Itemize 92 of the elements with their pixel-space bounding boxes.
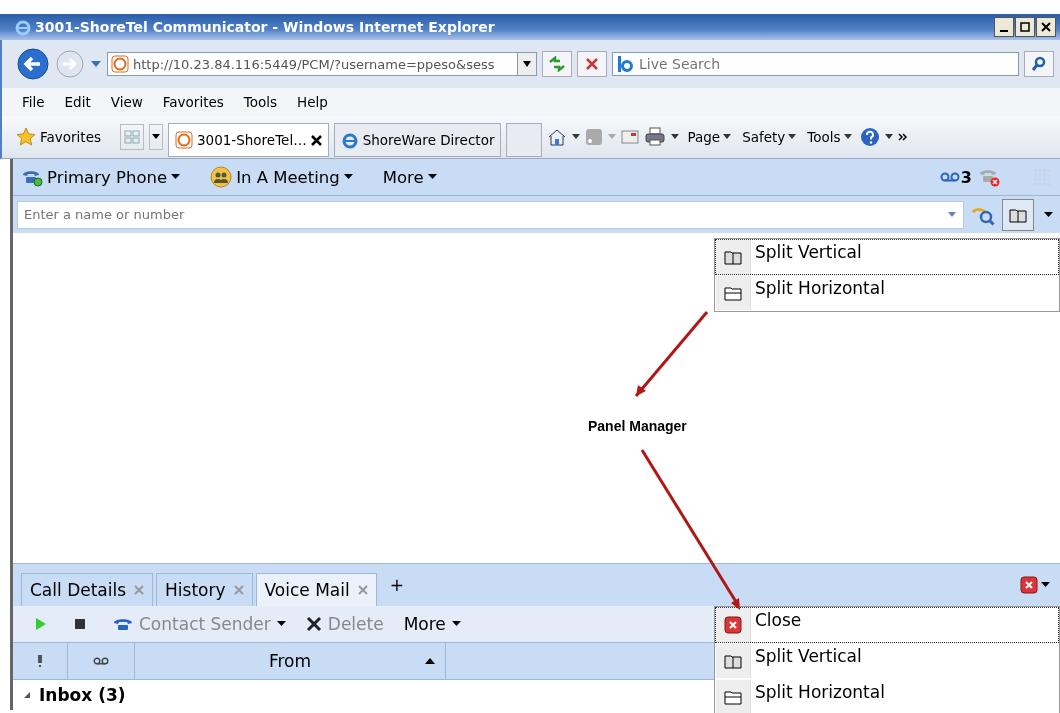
caret-icon[interactable] (572, 134, 581, 140)
menu-item[interactable]: Split Vertical (715, 643, 1059, 679)
split-vertical-icon (1009, 206, 1027, 223)
search-field[interactable]: Enter a name or number (17, 200, 964, 229)
delete-icon (305, 616, 322, 632)
caret-icon[interactable] (1041, 582, 1050, 588)
search-button[interactable] (1024, 51, 1054, 77)
caret-icon (723, 134, 732, 140)
toolbar-button[interactable]: More (403, 614, 461, 634)
site-icon (111, 55, 129, 73)
panel-tab[interactable]: Call Details (21, 573, 154, 606)
column-header[interactable]: From (135, 643, 446, 679)
printer-icon[interactable] (644, 127, 667, 147)
back-icon[interactable] (16, 47, 50, 81)
menu-item[interactable]: Help (297, 94, 328, 110)
minimize-button[interactable] (994, 17, 1014, 37)
help-icon[interactable] (859, 127, 880, 147)
menu-item[interactable]: Close (715, 607, 1059, 643)
phone-icon (113, 617, 133, 631)
close-icon (1041, 22, 1051, 32)
caret-icon (843, 134, 852, 140)
close-icon[interactable] (310, 134, 322, 146)
priority-icon (38, 655, 42, 667)
command-menu[interactable]: Safety (742, 129, 797, 145)
grid-icon (124, 130, 140, 144)
browser-logo-icon (340, 131, 359, 149)
caret-icon (451, 621, 461, 627)
tab-list-button[interactable] (149, 124, 163, 150)
maximize-icon (1020, 22, 1030, 32)
panel-tab[interactable]: History (156, 573, 253, 606)
voicemail-icon (93, 657, 109, 665)
menu-item[interactable]: Split Horizontal (715, 679, 1059, 713)
caret-icon (788, 134, 797, 140)
menu-item[interactable]: Split Vertical (715, 239, 1059, 275)
close-icon (1020, 576, 1038, 594)
panel-tab[interactable]: Voice Mail (255, 573, 377, 606)
split-vertical-icon (724, 653, 742, 669)
search-provider-icon (618, 56, 634, 72)
window-title: 3001-ShoreTel Communicator - Windows Internet Explorer (35, 19, 495, 35)
menu-item[interactable]: Edit (64, 94, 91, 110)
add-tab-button[interactable]: + (379, 575, 414, 595)
chevron-icon[interactable] (897, 133, 908, 141)
browser-tab[interactable]: ShoreWare Director (333, 123, 502, 157)
menu-item[interactable]: Tools (243, 94, 278, 110)
caret-icon (948, 211, 956, 218)
annotation-label: Panel Manager (588, 418, 687, 434)
stop-button[interactable] (577, 51, 607, 77)
split-vertical-icon (724, 249, 742, 265)
voicemail-indicator[interactable]: 3 (939, 167, 972, 187)
caret-icon[interactable] (671, 134, 680, 140)
command-menu[interactable]: Tools (807, 129, 852, 145)
menu-item[interactable]: Favorites (162, 94, 224, 110)
caret-icon[interactable] (884, 134, 893, 140)
sort-icon (425, 658, 435, 664)
caret-icon (343, 174, 353, 180)
favorites-button[interactable]: Favorites (16, 127, 101, 147)
caret-icon (1043, 211, 1053, 218)
menu-item[interactable]: View (110, 94, 143, 110)
stop-icon (585, 57, 599, 71)
star-icon (16, 127, 36, 147)
caret-icon (522, 60, 532, 68)
browser-tab[interactable]: 3001-ShoreTel… (168, 123, 329, 157)
split-horizontal-icon (724, 689, 742, 705)
voicemail-icon (939, 172, 960, 182)
menu-item[interactable]: Split Horizontal (715, 275, 1059, 311)
caret-icon (171, 174, 181, 180)
home-icon[interactable] (547, 127, 568, 147)
address-dropdown-button[interactable] (517, 53, 536, 75)
maximize-button[interactable] (1015, 17, 1035, 37)
search-field[interactable]: Live Search (612, 52, 1019, 76)
panel-manager-button[interactable] (1002, 198, 1034, 231)
minimize-icon (1000, 29, 1008, 32)
split-horizontal-icon (724, 285, 742, 301)
caret-icon (276, 621, 286, 627)
dropdown-icon[interactable] (90, 59, 102, 69)
caret-icon (427, 174, 437, 180)
close-icon (724, 616, 742, 634)
refresh-icon (548, 56, 566, 72)
command-menu[interactable]: Page (687, 129, 732, 145)
toolbar-menu[interactable]: More (382, 167, 437, 187)
address-field[interactable]: http://10.23.84.116:5449/PCM/?username=ppeso&sess (107, 52, 537, 76)
mail-icon[interactable] (621, 130, 640, 144)
toolbar-menu[interactable]: In A Meeting (210, 166, 353, 188)
refresh-button[interactable] (542, 51, 572, 77)
search-icon (1031, 56, 1047, 72)
toolbar-menu[interactable]: Primary Phone (21, 167, 181, 187)
caret-icon (152, 134, 160, 140)
site-icon (175, 131, 193, 149)
browser-logo-icon (14, 18, 32, 36)
menu-item[interactable]: File (22, 94, 45, 110)
close-button[interactable] (1036, 17, 1056, 37)
people-icon (210, 166, 233, 188)
